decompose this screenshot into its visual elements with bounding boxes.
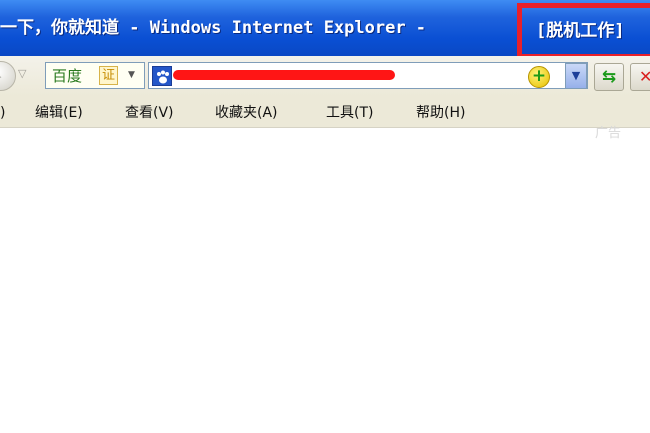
search-dropdown-icon[interactable]: ▼ [128,70,135,80]
add-favorite-icon[interactable]: + [528,66,550,88]
menu-tools[interactable]: 工具(T) [326,104,373,122]
search-box[interactable]: 百度 证 ▼ [45,62,145,89]
address-dropdown-icon[interactable]: ▼ [565,63,587,89]
refresh-button[interactable]: ⇆ [594,63,624,91]
baidu-paw-icon [152,66,172,86]
window-title: 一下，你就知道 - Windows Internet Explorer - [0,18,427,38]
menu-help[interactable]: 帮助(H) [416,104,465,122]
menu-view[interactable]: 查看(V) [125,104,174,122]
search-engine-label: 百度 [52,67,83,85]
menu-bar: ) 编辑(E) 查看(V) 收藏夹(A) 工具(T) 帮助(H) [0,96,650,128]
menu-file-partial[interactable]: ) [0,104,5,122]
address-toolbar: ▶ ▽ 百度 证 ▼ + ▼ ⇆ ✕ [0,56,650,96]
redacted-url-mark [173,70,395,80]
address-input[interactable] [148,62,588,89]
history-dropdown-icon[interactable]: ▽ [18,67,26,80]
verified-badge-icon[interactable]: 证 [99,66,118,85]
forward-arrow-icon: ▶ [0,70,1,83]
menu-favorites[interactable]: 收藏夹(A) [215,104,278,122]
ad-label: 广告 [595,126,622,141]
offline-status-highlight: [脱机工作] [517,3,650,59]
menu-edit[interactable]: 编辑(E) [35,104,83,122]
title-bar: 一下，你就知道 - Windows Internet Explorer - [脱… [0,0,650,59]
forward-button[interactable]: ▶ [0,61,16,91]
stop-button[interactable]: ✕ [630,63,650,91]
